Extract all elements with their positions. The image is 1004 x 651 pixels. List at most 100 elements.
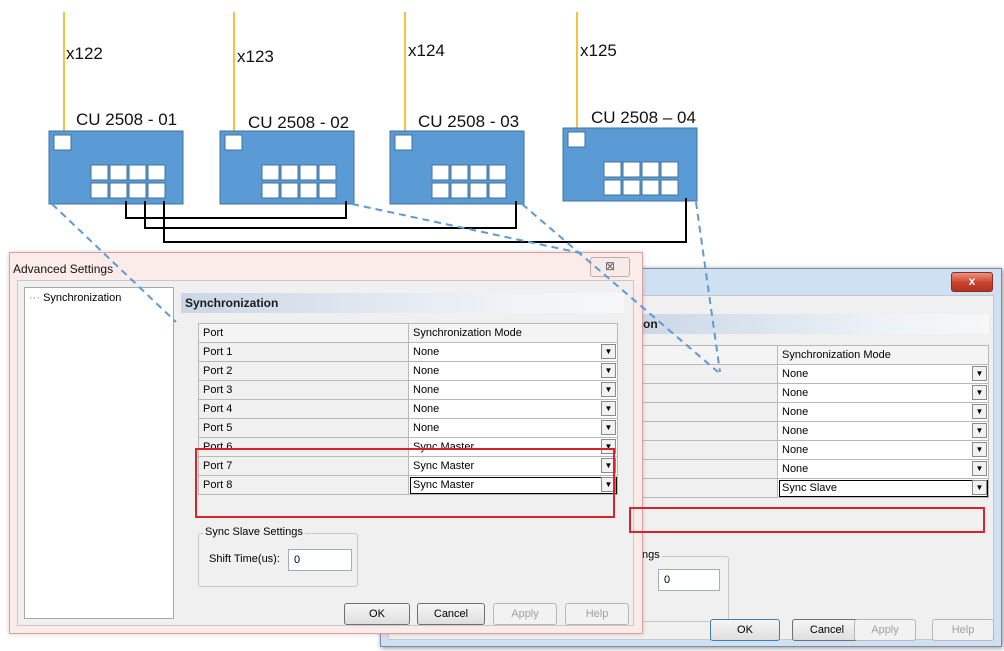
mode-select[interactable]: None ▼ <box>777 421 989 441</box>
tree-connector-icon: ··· <box>29 292 40 304</box>
group-title: Sync Slave Settings <box>203 526 305 538</box>
cable-label: x124 <box>408 41 445 60</box>
port-square <box>280 164 299 181</box>
mode-select[interactable]: None ▼ <box>408 380 618 400</box>
section-title: on <box>643 317 658 331</box>
mode-value: None <box>782 425 809 437</box>
port-square <box>660 161 679 178</box>
port-grid-icon <box>90 164 166 199</box>
cable-label: x125 <box>580 41 617 60</box>
mode-select[interactable]: None ▼ <box>408 399 618 419</box>
device-box <box>48 130 184 205</box>
sync-slave-settings-group: Sync Slave Settings Shift Time(us): 0 <box>198 526 358 587</box>
port-grid-icon <box>603 161 679 196</box>
dropdown-arrow-icon[interactable]: ▼ <box>972 461 987 476</box>
shift-time-input[interactable]: 0 <box>288 549 352 571</box>
port-square <box>603 179 622 196</box>
port-square <box>147 164 166 181</box>
dropdown-arrow-icon[interactable]: ▼ <box>601 420 616 435</box>
device-box <box>562 127 698 202</box>
shift-time-label: Shift Time(us): <box>209 553 280 565</box>
port-square <box>109 182 128 199</box>
mode-value: None <box>413 365 440 377</box>
port-square <box>622 179 641 196</box>
cancel-button[interactable]: Cancel <box>792 619 862 641</box>
table-row: None ▼ <box>639 421 989 441</box>
device-label: CU 2508 – 04 <box>591 108 696 127</box>
mode-select[interactable]: None ▼ <box>408 361 618 381</box>
cable-label: x122 <box>66 44 103 63</box>
table-row: Sync Slave ▼ <box>639 478 989 498</box>
column-header-mode: Synchronization Mode <box>408 323 618 343</box>
help-button[interactable]: Help <box>932 619 994 641</box>
dropdown-arrow-icon[interactable]: ▼ <box>601 363 616 378</box>
dropdown-arrow-icon[interactable]: ▼ <box>601 401 616 416</box>
port-square <box>641 179 660 196</box>
dropdown-arrow-icon[interactable]: ▼ <box>972 442 987 457</box>
port-square <box>603 161 622 178</box>
section-header: Synchronization <box>181 293 624 313</box>
highlight-box <box>629 507 985 533</box>
sync-link-line <box>144 201 517 229</box>
close-button[interactable]: x <box>951 272 993 292</box>
dropdown-arrow-icon[interactable]: ▼ <box>601 344 616 359</box>
dropdown-arrow-icon[interactable]: ▼ <box>972 385 987 400</box>
shift-time-input[interactable]: 0 <box>658 569 720 591</box>
dropdown-arrow-icon[interactable]: ▼ <box>601 382 616 397</box>
table-row: Port 5 None ▼ <box>198 418 618 438</box>
mode-select[interactable]: None ▼ <box>777 459 989 479</box>
help-button[interactable]: Help <box>565 603 629 625</box>
callout-dash <box>351 203 586 255</box>
sync-link-line <box>163 198 687 243</box>
dropdown-arrow-icon[interactable]: ▼ <box>972 423 987 438</box>
mode-value: None <box>782 368 809 380</box>
tree-item-synchronization[interactable]: ··· Synchronization <box>29 292 121 304</box>
advanced-settings-dialog: Advanced Settings ⊠ ··· Synchronization … <box>9 252 643 634</box>
mode-select[interactable]: None ▼ <box>777 383 989 403</box>
port-square <box>450 164 469 181</box>
section-header: on <box>639 314 989 334</box>
mode-value: None <box>413 384 440 396</box>
port-label: Port 2 <box>198 361 409 381</box>
dropdown-arrow-icon[interactable]: ▼ <box>972 404 987 419</box>
tree-item-label: Synchronization <box>43 292 122 304</box>
mode-select[interactable]: None ▼ <box>777 402 989 422</box>
port-grid-icon <box>431 164 507 199</box>
section-title: Synchronization <box>185 296 279 310</box>
ok-button[interactable]: OK <box>344 603 410 625</box>
mode-select[interactable]: Sync Slave ▼ <box>777 478 989 498</box>
port-square <box>488 164 507 181</box>
port-square <box>488 182 507 199</box>
port-label: Port 1 <box>198 342 409 362</box>
mode-value: None <box>782 463 809 475</box>
port-square <box>128 164 147 181</box>
dropdown-arrow-icon[interactable]: ▼ <box>972 480 987 495</box>
group-title: ngs <box>640 549 662 561</box>
port-label: Port 4 <box>198 399 409 419</box>
mode-select[interactable]: None ▼ <box>408 342 618 362</box>
close-button[interactable]: ⊠ <box>590 257 630 277</box>
mode-select[interactable]: None ▼ <box>408 418 618 438</box>
table-row: None ▼ <box>639 459 989 479</box>
device-label: CU 2508 - 02 <box>248 113 350 132</box>
port-square <box>299 164 318 181</box>
apply-button[interactable]: Apply <box>493 603 557 625</box>
port-label: Port 3 <box>198 380 409 400</box>
table-row: Port 2 None ▼ <box>198 361 618 381</box>
table-row: None ▼ <box>639 440 989 460</box>
dropdown-arrow-icon[interactable]: ▼ <box>972 366 987 381</box>
table-row: Port 4 None ▼ <box>198 399 618 419</box>
apply-button[interactable]: Apply <box>854 619 916 641</box>
mode-value: None <box>413 346 440 358</box>
port-square <box>431 182 450 199</box>
mode-select[interactable]: None ▼ <box>777 364 989 384</box>
cancel-button[interactable]: Cancel <box>417 603 485 625</box>
port-square <box>90 182 109 199</box>
port-square <box>318 182 337 199</box>
port-square <box>90 164 109 181</box>
ok-button[interactable]: OK <box>710 619 780 641</box>
device-box <box>389 130 525 205</box>
mode-select[interactable]: None ▼ <box>777 440 989 460</box>
table-row: None ▼ <box>639 402 989 422</box>
port-grid-icon <box>261 164 337 199</box>
